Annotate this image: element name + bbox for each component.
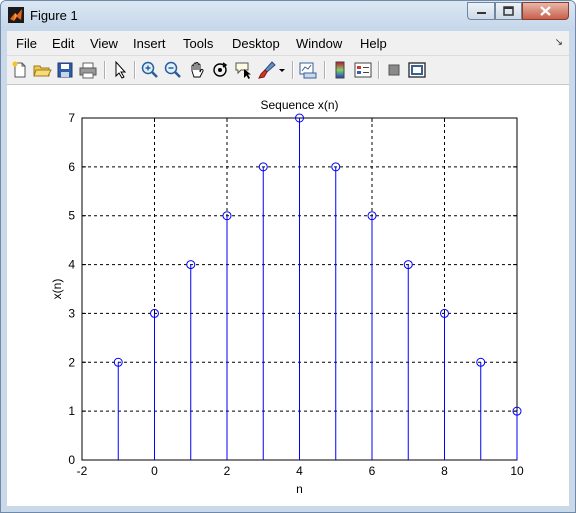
pan-button[interactable]: [187, 60, 207, 80]
close-icon: [540, 6, 551, 16]
open-file-icon: [33, 65, 52, 77]
window-title: Figure 1: [30, 8, 78, 23]
pan-hand-icon: [191, 62, 204, 78]
figure-window: Figure 1 File Edit View Insert Tools Des…: [0, 0, 576, 513]
y-tick-label: 3: [68, 306, 75, 320]
menu-file[interactable]: File: [16, 36, 37, 51]
y-tick-label: 7: [68, 111, 75, 125]
y-tick-label: 5: [68, 209, 75, 223]
minimize-button[interactable]: [467, 2, 495, 20]
toolbar-separator: [324, 61, 326, 79]
save-button[interactable]: [55, 60, 75, 80]
rotate-3d-icon: [213, 62, 228, 77]
stem-series: [113, 113, 522, 460]
print-button[interactable]: [78, 60, 98, 80]
toolbar-separator: [134, 61, 136, 79]
axis-ticks: -2 0 2 4 6 8 1001234567: [68, 111, 524, 478]
x-axis-label: n: [296, 482, 303, 496]
maximize-button[interactable]: [495, 2, 522, 20]
matlab-logo-icon: [8, 7, 24, 23]
print-icon: [79, 62, 97, 79]
data-cursor-icon: [235, 62, 251, 79]
rotate-3d-button[interactable]: [210, 60, 230, 80]
menu-help[interactable]: Help: [360, 36, 387, 51]
zoom-out-icon: [164, 61, 181, 78]
colorbar-button[interactable]: [330, 60, 350, 80]
close-button[interactable]: [522, 2, 569, 20]
toolbar-separator: [292, 61, 294, 79]
menu-bar: File Edit View Insert Tools Desktop Wind…: [7, 31, 569, 56]
zoom-in-button[interactable]: [140, 60, 160, 80]
show-plot-tools-button[interactable]: [407, 60, 427, 80]
new-figure-button[interactable]: [10, 60, 30, 80]
brush-dropdown-button[interactable]: [277, 60, 287, 80]
x-tick-label: 10: [510, 464, 524, 478]
x-tick-label: 6: [369, 464, 376, 478]
edit-plot-button[interactable]: [110, 60, 130, 80]
y-tick-label: 1: [68, 404, 75, 418]
colorbar-icon: [335, 61, 345, 79]
y-tick-label: 6: [68, 160, 75, 174]
menu-insert[interactable]: Insert: [133, 36, 166, 51]
y-tick-label: 2: [68, 355, 75, 369]
toolbar-separator: [378, 61, 380, 79]
menu-window[interactable]: Window: [296, 36, 342, 51]
data-cursor-button[interactable]: [233, 60, 253, 80]
y-axis-label: x(n): [50, 279, 64, 300]
chart-title: Sequence x(n): [260, 98, 338, 112]
maximize-icon: [503, 6, 514, 16]
brush-dropdown-icon: [279, 69, 285, 72]
hide-plot-tools-icon: [388, 64, 400, 76]
x-tick-label: -2: [77, 464, 88, 478]
minimize-icon: [477, 12, 486, 14]
link-plot-icon: [299, 62, 317, 79]
hide-plot-tools-button[interactable]: [384, 60, 404, 80]
figure-toolbar: [7, 56, 569, 85]
zoom-out-button[interactable]: [163, 60, 183, 80]
y-tick-label: 0: [68, 453, 75, 467]
title-bar[interactable]: Figure 1: [1, 1, 575, 31]
menu-edit[interactable]: Edit: [52, 36, 74, 51]
dock-arrow-icon[interactable]: ↘: [555, 37, 563, 48]
open-file-button[interactable]: [32, 60, 52, 80]
legend-icon: [354, 62, 372, 78]
show-plot-tools-icon: [408, 62, 426, 78]
edit-plot-arrow-icon: [115, 60, 127, 79]
x-tick-label: 2: [224, 464, 231, 478]
menu-tools[interactable]: Tools: [183, 36, 213, 51]
figure-canvas: -2 0 2 4 6 8 10 0 1 2 3 4 5 6 7 Sequence x(n) n x(n): [7, 85, 569, 506]
y-tick-label: 4: [68, 258, 75, 272]
brush-button[interactable]: [257, 60, 277, 80]
menu-view[interactable]: View: [90, 36, 118, 51]
new-figure-icon: [12, 61, 26, 78]
zoom-in-icon: [141, 61, 158, 78]
x-tick-label: 8: [441, 464, 448, 478]
x-tick-label: 4: [296, 464, 303, 478]
x-tick-label: 0: [151, 464, 158, 478]
link-plot-button[interactable]: [298, 60, 318, 80]
menu-desktop[interactable]: Desktop: [232, 36, 280, 51]
save-icon: [57, 62, 73, 78]
stem-plot[interactable]: -2 0 2 4 6 8 1001234567 Sequence x(n) n x(n): [7, 85, 569, 506]
toolbar-separator: [104, 61, 106, 79]
legend-button[interactable]: [353, 60, 373, 80]
brush-icon: [258, 61, 276, 79]
